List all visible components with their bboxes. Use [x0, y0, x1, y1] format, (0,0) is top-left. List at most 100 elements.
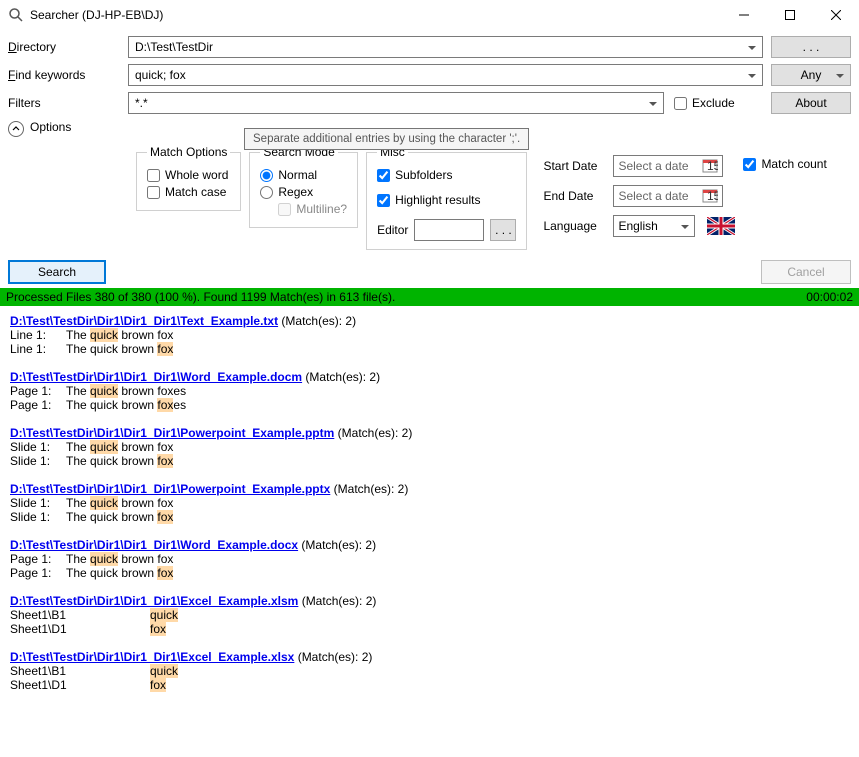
browse-button[interactable]: . . .: [771, 36, 851, 58]
result-path-link[interactable]: D:\Test\TestDir\Dir1\Dir1_Dir1\Powerpoin…: [10, 426, 334, 440]
match-count-checkbox[interactable]: Match count: [743, 157, 826, 171]
multiline-checkbox[interactable]: Multiline?: [278, 202, 347, 216]
status-time: 00:00:02: [806, 290, 853, 304]
cancel-button[interactable]: Cancel: [761, 260, 851, 284]
highlight: fox: [157, 566, 173, 580]
result-line: Slide 1:The quick brown fox: [10, 440, 849, 454]
results-panel[interactable]: D:\Test\TestDir\Dir1\Dir1_Dir1\Text_Exam…: [0, 306, 859, 754]
highlight: quick: [90, 552, 118, 566]
result-group: D:\Test\TestDir\Dir1\Dir1_Dir1\Excel_Exa…: [10, 650, 849, 692]
result-line: Page 1:The quick brown foxes: [10, 384, 849, 398]
editor-browse-button[interactable]: . . .: [490, 219, 516, 241]
result-line: Line 1:The quick brown fox: [10, 328, 849, 342]
match-options-legend: Match Options: [147, 145, 230, 159]
search-button[interactable]: Search: [8, 260, 106, 284]
result-location: Page 1:: [10, 552, 66, 566]
result-path-link[interactable]: D:\Test\TestDir\Dir1\Dir1_Dir1\Word_Exam…: [10, 370, 302, 384]
result-line: Page 1:The quick brown foxes: [10, 398, 849, 412]
result-text: fox: [150, 678, 166, 692]
result-group: D:\Test\TestDir\Dir1\Dir1_Dir1\Powerpoin…: [10, 482, 849, 524]
result-path-link[interactable]: D:\Test\TestDir\Dir1\Dir1_Dir1\Text_Exam…: [10, 314, 278, 328]
end-date-input[interactable]: Select a date 15: [613, 185, 723, 207]
result-line: Page 1:The quick brown fox: [10, 552, 849, 566]
editor-input[interactable]: [414, 219, 484, 241]
result-text: The quick brown fox: [66, 566, 173, 580]
result-text: The quick brown fox: [66, 552, 173, 566]
result-location: Sheet1\B1: [10, 608, 150, 622]
any-button[interactable]: Any: [771, 64, 851, 86]
result-path-link[interactable]: D:\Test\TestDir\Dir1\Dir1_Dir1\Powerpoin…: [10, 482, 330, 496]
close-button[interactable]: [813, 0, 859, 30]
filters-label: Filters: [8, 96, 128, 110]
result-line: Slide 1:The quick brown fox: [10, 510, 849, 524]
result-line: Sheet1\B1quick: [10, 664, 849, 678]
action-row: Search Cancel: [0, 256, 859, 288]
result-location: Sheet1\D1: [10, 678, 150, 692]
maximize-button[interactable]: [767, 0, 813, 30]
highlight-checkbox[interactable]: Highlight results: [377, 193, 516, 207]
directory-label: Directory: [8, 40, 128, 54]
result-location: Slide 1:: [10, 440, 66, 454]
calendar-icon: 15: [702, 157, 718, 176]
keywords-input[interactable]: [128, 64, 763, 86]
result-text: The quick brown foxes: [66, 384, 186, 398]
dates-column: Start Date Select a date 15 End Date Sel…: [543, 145, 735, 237]
result-path-link[interactable]: D:\Test\TestDir\Dir1\Dir1_Dir1\Word_Exam…: [10, 538, 298, 552]
match-case-checkbox[interactable]: Match case: [147, 185, 230, 199]
window-title: Searcher (DJ-HP-EB\DJ): [30, 8, 721, 22]
result-match-count: (Match(es): 2): [294, 650, 372, 664]
whole-word-checkbox[interactable]: Whole word: [147, 168, 230, 182]
result-location: Slide 1:: [10, 496, 66, 510]
start-date-label: Start Date: [543, 159, 607, 173]
result-line: Line 1:The quick brown fox: [10, 342, 849, 356]
result-location: Sheet1\D1: [10, 622, 150, 636]
result-line: Sheet1\B1quick: [10, 608, 849, 622]
result-line: Sheet1\D1fox: [10, 678, 849, 692]
result-match-count: (Match(es): 2): [334, 426, 412, 440]
exclude-checkbox[interactable]: Exclude: [674, 96, 735, 110]
minimize-button[interactable]: [721, 0, 767, 30]
subfolders-checkbox[interactable]: Subfolders: [377, 168, 516, 182]
normal-radio[interactable]: Normal: [260, 168, 347, 182]
app-icon: [8, 7, 24, 23]
result-location: Page 1:: [10, 566, 66, 580]
result-group: D:\Test\TestDir\Dir1\Dir1_Dir1\Word_Exam…: [10, 538, 849, 580]
options-toggle[interactable]: [8, 121, 24, 137]
flag-icon: [707, 217, 735, 235]
title-bar: Searcher (DJ-HP-EB\DJ): [0, 0, 859, 30]
result-line: Slide 1:The quick brown fox: [10, 496, 849, 510]
language-select[interactable]: English: [613, 215, 695, 237]
status-text: Processed Files 380 of 380 (100 %). Foun…: [6, 290, 395, 304]
result-path-link[interactable]: D:\Test\TestDir\Dir1\Dir1_Dir1\Excel_Exa…: [10, 650, 294, 664]
regex-radio[interactable]: Regex: [260, 185, 347, 199]
form-area: Directory . . . Find keywords Any Filter…: [0, 30, 859, 256]
start-date-input[interactable]: Select a date 15: [613, 155, 723, 177]
result-match-count: (Match(es): 2): [330, 482, 408, 496]
result-path-link[interactable]: D:\Test\TestDir\Dir1\Dir1_Dir1\Excel_Exa…: [10, 594, 298, 608]
highlight: quick: [90, 440, 118, 454]
highlight: quick: [150, 664, 178, 678]
result-line: Page 1:The quick brown fox: [10, 566, 849, 580]
highlight: quick: [150, 608, 178, 622]
result-group: D:\Test\TestDir\Dir1\Dir1_Dir1\Excel_Exa…: [10, 594, 849, 636]
about-button[interactable]: About: [771, 92, 851, 114]
search-mode-group: Search Mode Normal Regex Multiline?: [249, 145, 358, 228]
result-location: Page 1:: [10, 398, 66, 412]
highlight: fox: [157, 510, 173, 524]
filters-input[interactable]: [128, 92, 664, 114]
highlight: quick: [90, 496, 118, 510]
result-group: D:\Test\TestDir\Dir1\Dir1_Dir1\Powerpoin…: [10, 426, 849, 468]
result-group: D:\Test\TestDir\Dir1\Dir1_Dir1\Word_Exam…: [10, 370, 849, 412]
highlight: fox: [150, 678, 166, 692]
highlight: quick: [90, 328, 118, 342]
result-text: quick: [150, 664, 178, 678]
editor-label: Editor: [377, 223, 408, 237]
directory-input[interactable]: [128, 36, 763, 58]
result-text: The quick brown fox: [66, 454, 173, 468]
language-label: Language: [543, 219, 607, 233]
result-location: Line 1:: [10, 342, 66, 356]
highlight: quick: [90, 384, 118, 398]
result-line: Slide 1:The quick brown fox: [10, 454, 849, 468]
result-text: The quick brown foxes: [66, 398, 186, 412]
result-location: Sheet1\B1: [10, 664, 150, 678]
